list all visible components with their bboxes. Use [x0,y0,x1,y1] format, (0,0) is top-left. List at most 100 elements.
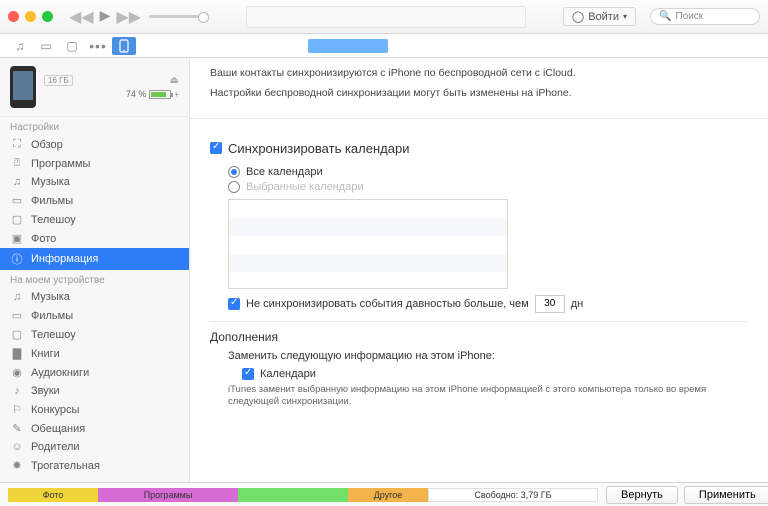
zoom-icon[interactable] [42,11,53,22]
minimize-icon[interactable] [25,11,36,22]
replace-calendars-label: Календари [260,368,316,380]
signin-label: Войти [588,11,619,23]
forward-icon[interactable]: ▶▶ [116,7,141,27]
sidebar-icon: ▢ [10,213,24,226]
capacity-segment-4: Свободно: 3,79 ГБ [428,488,598,502]
tab-tv[interactable]: ▢ [60,37,84,55]
all-calendars-label: Все календари [246,166,323,178]
sidebar-device-item-8[interactable]: ☺ Родители [0,438,189,456]
device-thumbnail-icon [10,66,36,108]
charging-icon: + [174,90,179,99]
tab-more[interactable]: ••• [86,37,110,55]
sidebar-device-item-1[interactable]: ▭Фильмы [0,306,189,325]
sidebar-item-label: Телешоу [31,329,76,341]
close-icon[interactable] [8,11,19,22]
sidebar-settings-item-3[interactable]: ▭ Фильмы [0,191,189,210]
older-days-input[interactable] [535,295,565,313]
calendar-listbox[interactable] [228,199,508,289]
sidebar-icon: ♪ [10,385,24,397]
sidebar-settings-item-4[interactable]: ▢ Телешоу [0,210,189,229]
sidebar-icon: ▭ [10,194,24,207]
sidebar-icon: ▢ [10,328,24,341]
sidebar-settings-item-2[interactable]: ♫ Музыка [0,173,189,191]
replace-note: iTunes заменит выбранную информацию на э… [228,384,748,409]
sidebar-icon: ☺ [10,441,24,453]
back-icon[interactable]: ◀◀ [69,7,94,27]
sidebar-settings-item-1[interactable]: ⍰ Программы [0,154,189,173]
sidebar-settings-item-0[interactable]: ⛶Обзор [0,135,189,154]
sidebar-settings-item-6[interactable]: ⓘ Информация [0,248,189,270]
sidebar-item-label: Трогательная [31,460,100,472]
selected-calendars-label: Выбранные календари [246,181,364,193]
sidebar-device-item-4[interactable]: ◉Аудиокниги [0,363,189,382]
sidebar-device-item-6[interactable]: ⚐ Конкурсы [0,400,189,419]
sidebar-item-label: Звуки [31,385,60,397]
apps-icon: ⍰ [10,157,24,170]
sidebar-item-label: Музыка [31,176,70,188]
capacity-segment-2 [238,488,348,502]
selected-calendars-radio[interactable] [228,181,240,193]
sidebar-icon: ⚐ [10,403,24,416]
sidebar-device-item-5[interactable]: ♪ Звуки [0,382,189,400]
sidebar-item-label: Музыка [31,291,70,303]
eject-icon[interactable]: ⏏ [170,75,179,86]
device-capacity: 16 ГБ [44,75,73,86]
replace-label: Заменить следующую информацию на этом iP… [228,350,748,362]
capacity-bar: ФотоПрограммы ДругоеСвободно: 3,79 ГБ [0,488,606,502]
sidebar: 16 ГБ ⏏ 74 % + Настройки ⛶Обзор ⍰ Программ… [0,58,190,482]
sidebar-item-label: Телешоу [31,214,76,226]
sidebar-device-item-7[interactable]: ✎Обещания [0,419,189,438]
sidebar-section-settings: Настройки [0,117,189,135]
battery-pct: 74 % [126,89,147,99]
sidebar-device-item-2[interactable]: ▢ Телешоу [0,325,189,344]
signin-button[interactable]: ◯ Войти ▾ [563,7,636,26]
sidebar-device-item-3[interactable]: ▇Книги [0,344,189,363]
extras-header: Дополнения [210,330,748,344]
sync-calendars-checkbox[interactable] [210,142,222,154]
sidebar-item-label: Фильмы [31,195,73,207]
sync-calendars-label: Синхронизировать календари [228,141,409,156]
all-calendars-row[interactable]: Все календари [228,166,748,178]
sidebar-section-device: На моем устройстве [0,270,189,288]
sidebar-item-label: Программы [31,158,90,170]
sidebar-item-label: Обзор [31,139,63,151]
capacity-segment-1: Программы [98,488,238,502]
play-icon[interactable]: ▶ [100,7,111,27]
bottom-bar: ФотоПрограммы ДругоеСвободно: 3,79 ГБ Вер… [0,482,768,506]
sidebar-icon: ◉ [10,366,24,379]
sidebar-icon: ♫ [10,176,24,188]
capacity-segment-3: Другое [348,488,428,502]
revert-button[interactable]: Вернуть [606,486,678,504]
sidebar-settings-item-5[interactable]: ▣Фото [0,229,189,248]
tab-music[interactable]: ♫ [8,37,32,55]
older-events-checkbox[interactable] [228,298,240,310]
capacity-segment-0: Фото [8,488,98,502]
sidebar-device-item-9[interactable]: ✸ Трогательная [0,456,189,475]
sidebar-item-label: Родители [31,441,80,453]
media-tabs: ♫ ▭ ▢ ••• [0,34,768,58]
selected-calendars-row[interactable]: Выбранные календари [228,181,748,193]
volume-slider[interactable] [149,15,209,18]
sidebar-item-label: Информация [31,253,98,265]
older-days-unit: дн [571,298,584,310]
search-icon: 🔍 [659,11,671,22]
chevron-down-icon: ▾ [623,12,627,21]
sidebar-item-label: Конкурсы [31,404,79,416]
device-name-pill[interactable] [308,39,388,53]
sidebar-icon: ⓘ [10,251,24,267]
replace-calendars-checkbox[interactable] [242,368,254,380]
titlebar: ◀◀ ▶ ▶▶ ◯ Войти ▾ 🔍 Поиск [0,0,768,34]
sidebar-icon: ♫ [10,291,24,303]
all-calendars-radio[interactable] [228,166,240,178]
apply-button[interactable]: Применить [684,486,768,504]
icloud-info-1: Ваши контакты синхронизируются с iPhone … [210,66,748,82]
now-playing [246,6,526,28]
search-input[interactable]: 🔍 Поиск [650,8,760,25]
tab-device[interactable] [112,37,136,55]
sidebar-device-item-0[interactable]: ♫ Музыка [0,288,189,306]
battery-icon [149,90,171,99]
sidebar-item-label: Книги [31,348,60,360]
tab-movies[interactable]: ▭ [34,37,58,55]
sidebar-item-label: Обещания [31,423,85,435]
sidebar-icon: ✸ [10,459,24,472]
